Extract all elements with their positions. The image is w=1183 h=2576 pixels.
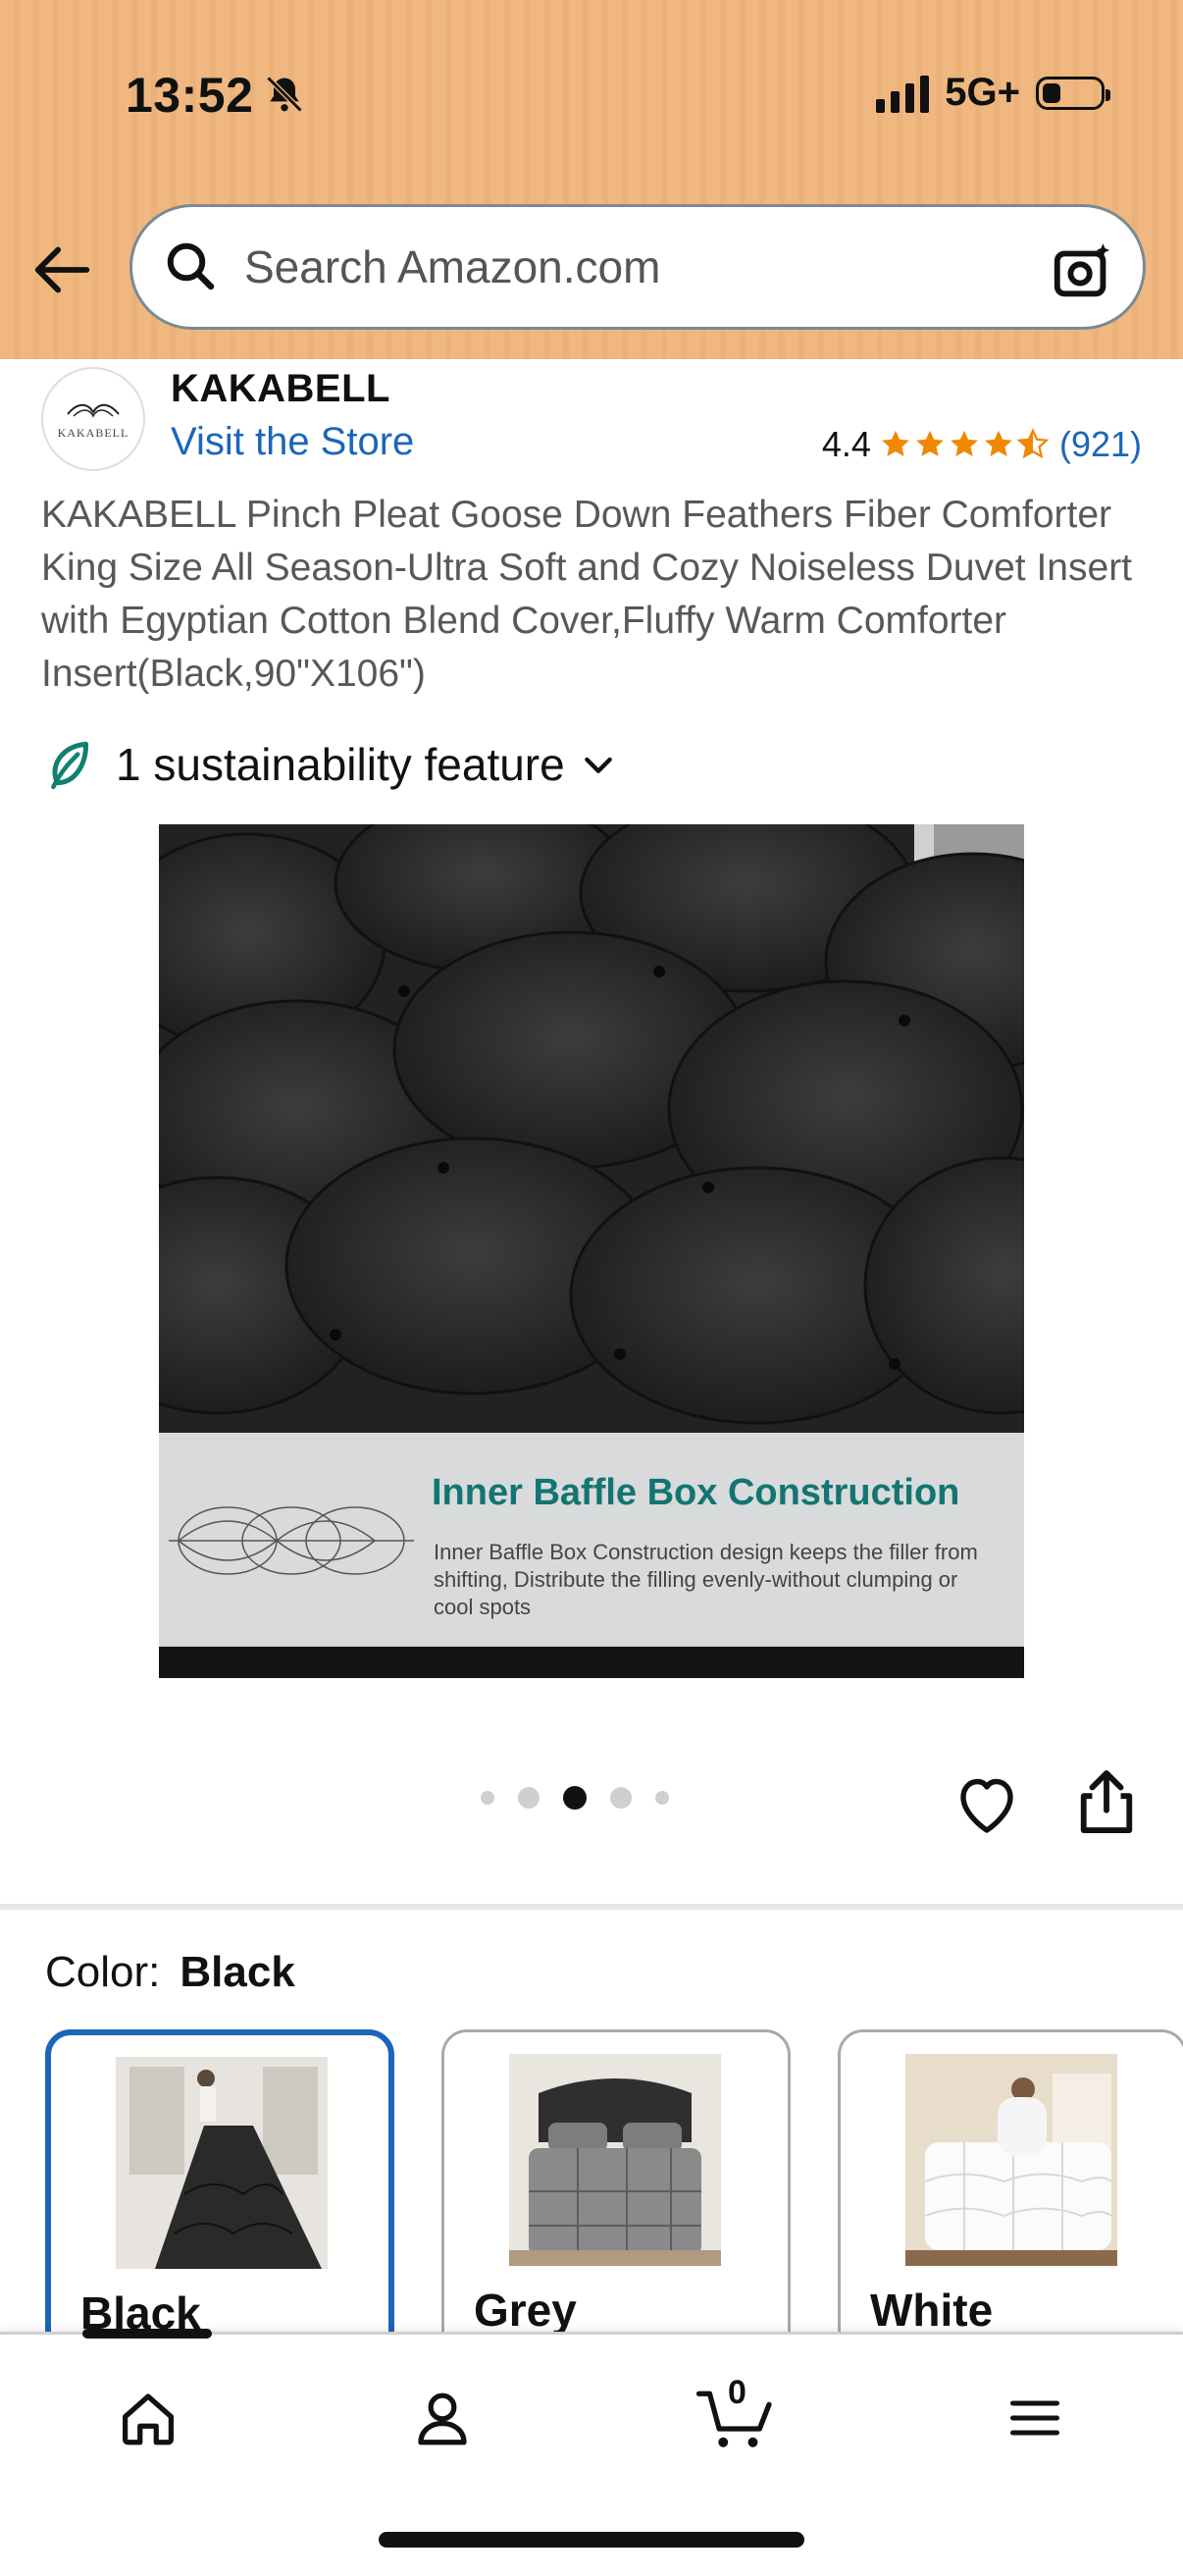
- carousel-dot[interactable]: [481, 1791, 494, 1805]
- feature-info-band: Inner Baffle Box Construction Inner Baff…: [159, 1433, 1024, 1647]
- product-image[interactable]: Inner Baffle Box Construction Inner Baff…: [159, 824, 1024, 1678]
- search-input[interactable]: [242, 239, 1011, 294]
- swatch-name: White: [870, 2285, 994, 2336]
- brand-logo[interactable]: KAKABELL: [41, 367, 145, 471]
- search-bar[interactable]: [129, 204, 1146, 330]
- rating-value: 4.4: [821, 424, 871, 464]
- white-comforter-thumbnail: [905, 2054, 1117, 2266]
- nav-cart[interactable]: 0: [693, 2374, 781, 2462]
- star-full-icon: [882, 430, 909, 457]
- search-icon: [167, 242, 215, 290]
- battery-icon: [1036, 76, 1110, 110]
- home-icon: [123, 2393, 174, 2445]
- nav-menu[interactable]: [991, 2374, 1079, 2462]
- rating-count[interactable]: (921): [1059, 424, 1142, 465]
- feature-heading: Inner Baffle Box Construction: [432, 1472, 960, 1513]
- brand-name: KAKABELL: [171, 367, 390, 410]
- star-full-icon: [985, 430, 1012, 457]
- star-full-icon: [916, 430, 944, 457]
- chevron-down-icon: [584, 757, 612, 773]
- home-indicator-bar: [379, 2532, 804, 2548]
- cart-count-badge: 0: [728, 2374, 746, 2411]
- camera-search-icon[interactable]: [1049, 237, 1117, 305]
- sustainability-feature-toggle[interactable]: 1 sustainability feature: [45, 738, 618, 791]
- star-rating: [879, 428, 1050, 461]
- signal-icon: [876, 74, 930, 113]
- nav-home[interactable]: [104, 2374, 192, 2462]
- grey-comforter-thumbnail: [509, 2054, 721, 2266]
- feature-description: Inner Baffle Box Construction design kee…: [434, 1540, 978, 1619]
- black-comforter-thumbnail: [116, 2057, 328, 2269]
- rating-summary[interactable]: 4.4 (921): [822, 424, 1142, 465]
- star-full-icon: [951, 430, 978, 457]
- section-divider: [0, 1904, 1183, 1910]
- active-tab-indicator: [82, 2329, 212, 2339]
- leaf-icon: [51, 741, 89, 790]
- header-bar: 13:52 5G+: [0, 0, 1183, 359]
- selected-color: Black: [180, 1948, 295, 1996]
- image-bottom-strip: [159, 1647, 1024, 1678]
- carousel-dot[interactable]: [518, 1787, 540, 1809]
- comforter-photo: [159, 824, 1024, 1433]
- swatch-name: Grey: [474, 2285, 577, 2336]
- share-icon[interactable]: [1075, 1766, 1138, 1837]
- status-time: 13:52: [126, 68, 254, 123]
- carousel-dot-active[interactable]: [563, 1786, 587, 1810]
- carousel-indicator: [481, 1786, 669, 1810]
- product-title: KAKABELL Pinch Pleat Goose Down Feathers…: [41, 494, 1133, 695]
- menu-icon: [1010, 2400, 1059, 2436]
- color-selector-label: Color: Black: [45, 1948, 295, 1997]
- sustainability-label: 1 sustainability feature: [116, 739, 565, 790]
- carousel-dot[interactable]: [610, 1787, 632, 1809]
- nav-account[interactable]: [398, 2374, 487, 2462]
- account-icon: [418, 2392, 467, 2445]
- status-icons: 5G+: [876, 71, 1110, 115]
- baffle-box-diagram: [169, 1506, 414, 1575]
- brand-logo-text: KAKABELL: [57, 425, 129, 440]
- wishlist-heart-icon[interactable]: [952, 1768, 1022, 1839]
- color-label-text: Color:: [45, 1948, 161, 1996]
- carousel-dot[interactable]: [655, 1791, 669, 1805]
- network-type: 5G+: [945, 71, 1020, 114]
- visit-store-link[interactable]: Visit the Store: [171, 420, 414, 464]
- back-arrow-icon[interactable]: [29, 236, 98, 304]
- brand-logo-mark-icon: [67, 403, 120, 418]
- star-half-icon: [1016, 428, 1050, 459]
- bell-slash-icon: [266, 76, 303, 113]
